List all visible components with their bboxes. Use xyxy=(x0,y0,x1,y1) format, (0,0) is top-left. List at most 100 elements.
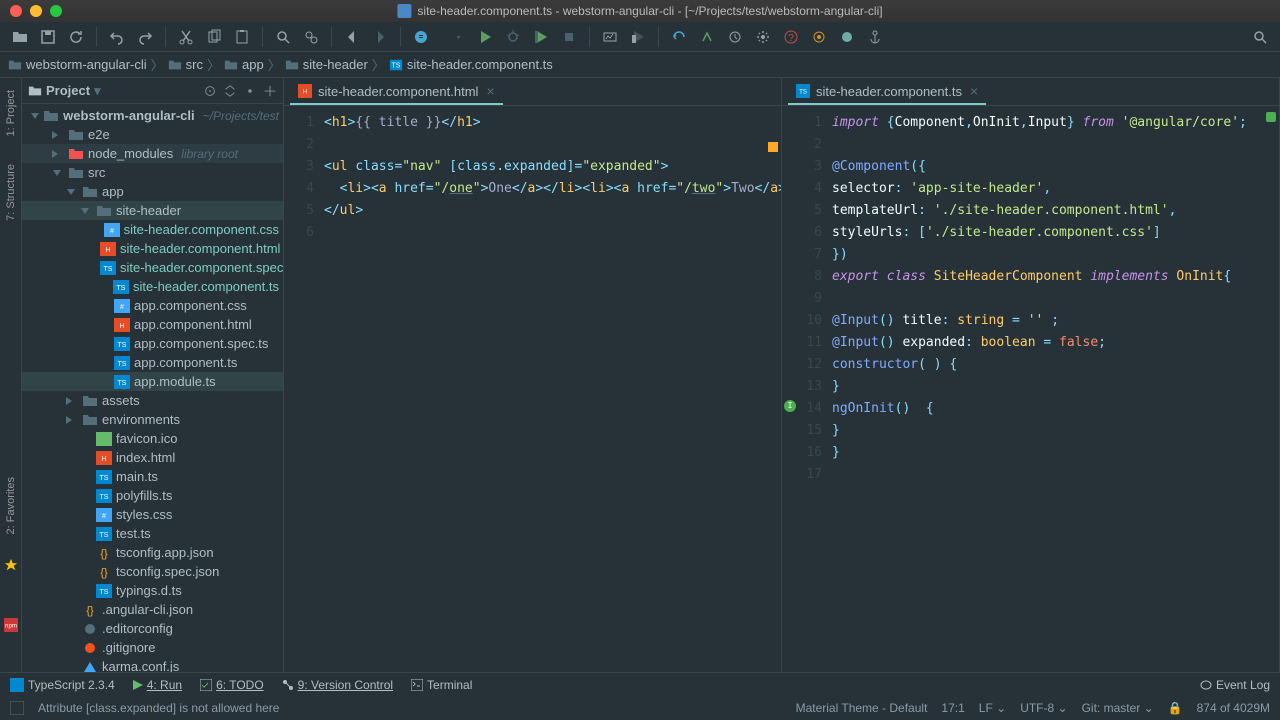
vcs-tool[interactable]: 9: Version Control xyxy=(282,678,393,692)
search-everywhere-icon[interactable] xyxy=(1248,25,1272,49)
tree-item[interactable]: site-header xyxy=(22,201,283,220)
material-icon[interactable] xyxy=(835,25,859,49)
tree-item[interactable]: #styles.css xyxy=(22,505,283,524)
rail-favorites[interactable]: 2: Favorites xyxy=(5,473,17,538)
tree-item[interactable]: favicon.ico xyxy=(22,429,283,448)
close-window-button[interactable] xyxy=(10,5,22,17)
breadcrumb-item[interactable]: webstorm-angular-cli xyxy=(8,57,147,72)
open-file-icon[interactable] xyxy=(8,25,32,49)
run-config-dropdown[interactable] xyxy=(437,25,469,49)
copy-icon[interactable] xyxy=(202,25,226,49)
tree-item[interactable]: TStest.ts xyxy=(22,524,283,543)
refresh-icon[interactable] xyxy=(64,25,88,49)
breadcrumb-item[interactable]: app xyxy=(224,57,264,72)
close-tab-icon[interactable]: × xyxy=(970,83,978,99)
tree-item[interactable]: #app.component.css xyxy=(22,296,283,315)
status-message: Attribute [class.expanded] is not allowe… xyxy=(38,701,279,715)
history-icon[interactable] xyxy=(723,25,747,49)
find-icon[interactable] xyxy=(271,25,295,49)
event-log[interactable]: Event Log xyxy=(1200,678,1270,692)
settings-icon[interactable] xyxy=(751,25,775,49)
tree-item[interactable]: .gitignore xyxy=(22,638,283,657)
svg-text:{}: {} xyxy=(100,548,108,560)
ide-settings-icon[interactable] xyxy=(807,25,831,49)
anchor-icon[interactable] xyxy=(863,25,887,49)
profiler-icon[interactable] xyxy=(598,25,622,49)
project-view-label[interactable]: Project▾ xyxy=(28,83,195,99)
tree-item[interactable]: TSpolyfills.ts xyxy=(22,486,283,505)
cut-icon[interactable] xyxy=(174,25,198,49)
typescript-service[interactable]: TypeScript 2.3.4 xyxy=(10,678,115,692)
terminal-tool[interactable]: Terminal xyxy=(411,678,472,692)
tree-item[interactable]: #site-header.component.css xyxy=(22,220,283,239)
tree-item[interactable]: assets xyxy=(22,391,283,410)
tree-item[interactable]: TSsite-header.component.spec.ts xyxy=(22,258,283,277)
tree-item[interactable]: .editorconfig xyxy=(22,619,283,638)
help-icon[interactable]: ? xyxy=(779,25,803,49)
editor-tab-html[interactable]: H site-header.component.html × xyxy=(290,79,503,105)
forward-icon[interactable] xyxy=(368,25,392,49)
git-branch[interactable]: Git: master ⌄ xyxy=(1082,701,1154,715)
minimize-window-button[interactable] xyxy=(30,5,42,17)
stop-icon[interactable] xyxy=(557,25,581,49)
rail-project[interactable]: 1: Project xyxy=(5,86,17,140)
back-icon[interactable] xyxy=(340,25,364,49)
breadcrumb-item[interactable]: TSsite-header.component.ts xyxy=(389,57,553,72)
tree-item[interactable]: Hindex.html xyxy=(22,448,283,467)
expand-all-icon[interactable] xyxy=(223,84,237,98)
tree-item[interactable]: TSapp.component.ts xyxy=(22,353,283,372)
replace-icon[interactable] xyxy=(299,25,323,49)
tree-item[interactable]: {}tsconfig.spec.json xyxy=(22,562,283,581)
status-icon[interactable] xyxy=(10,701,24,715)
update-project-icon[interactable] xyxy=(667,25,691,49)
line-separator[interactable]: LF ⌄ xyxy=(979,701,1006,715)
save-icon[interactable] xyxy=(36,25,60,49)
tree-item[interactable]: TSapp.component.spec.ts xyxy=(22,334,283,353)
tree-item[interactable]: Happ.component.html xyxy=(22,315,283,334)
tree-item[interactable]: karma.conf.js xyxy=(22,657,283,672)
editor-html[interactable]: 123456 <h1>{{ title }}</h1> <ul class="n… xyxy=(284,106,781,672)
tree-item[interactable]: TStypings.d.ts xyxy=(22,581,283,600)
tree-item[interactable]: TSapp.module.ts xyxy=(22,372,283,391)
project-tree[interactable]: webstorm-angular-cli ~/Projects/test e2e… xyxy=(22,104,283,672)
tree-item[interactable]: TSmain.ts xyxy=(22,467,283,486)
editor-tab-ts[interactable]: TS site-header.component.ts × xyxy=(788,79,986,105)
breadcrumb-item[interactable]: src xyxy=(168,57,203,72)
redo-icon[interactable] xyxy=(133,25,157,49)
close-tab-icon[interactable]: × xyxy=(486,83,494,99)
tree-item[interactable]: {}tsconfig.app.json xyxy=(22,543,283,562)
code-with-me-icon[interactable] xyxy=(409,25,433,49)
tree-item[interactable]: e2e xyxy=(22,125,283,144)
tree-item[interactable]: environments xyxy=(22,410,283,429)
zoom-window-button[interactable] xyxy=(50,5,62,17)
undo-icon[interactable] xyxy=(105,25,129,49)
tree-item[interactable]: node_moduleslibrary root xyxy=(22,144,283,163)
profiler2-icon[interactable] xyxy=(626,25,650,49)
error-stripe-marker[interactable] xyxy=(768,142,778,152)
todo-tool[interactable]: 6: TODO xyxy=(200,678,264,692)
npm-icon[interactable]: npm xyxy=(4,618,18,632)
tree-root[interactable]: webstorm-angular-cli ~/Projects/test xyxy=(22,106,283,125)
lock-icon[interactable]: 🔒 xyxy=(1168,701,1183,715)
debug-icon[interactable] xyxy=(501,25,525,49)
tree-item[interactable]: Hsite-header.component.html xyxy=(22,239,283,258)
tree-item[interactable]: app xyxy=(22,182,283,201)
editor-ts[interactable]: 12345678910111213I14151617 import {Compo… xyxy=(782,106,1279,672)
encoding[interactable]: UTF-8 ⌄ xyxy=(1020,701,1067,715)
rail-structure[interactable]: 7: Structure xyxy=(5,160,17,225)
tree-item[interactable]: TSsite-header.component.ts xyxy=(22,277,283,296)
hide-icon[interactable] xyxy=(263,84,277,98)
caret-position[interactable]: 17:1 xyxy=(941,701,964,715)
locate-icon[interactable] xyxy=(203,84,217,98)
breadcrumb-item[interactable]: site-header xyxy=(285,57,368,72)
run-icon[interactable] xyxy=(473,25,497,49)
coverage-icon[interactable] xyxy=(529,25,553,49)
tree-item[interactable]: src xyxy=(22,163,283,182)
settings-gear-icon[interactable] xyxy=(243,84,257,98)
commit-icon[interactable] xyxy=(695,25,719,49)
paste-icon[interactable] xyxy=(230,25,254,49)
memory-indicator[interactable]: 874 of 4029M xyxy=(1197,701,1270,715)
run-tool[interactable]: 4: Run xyxy=(133,678,182,692)
theme-indicator[interactable]: Material Theme - Default xyxy=(796,701,928,715)
tree-item[interactable]: {}.angular-cli.json xyxy=(22,600,283,619)
